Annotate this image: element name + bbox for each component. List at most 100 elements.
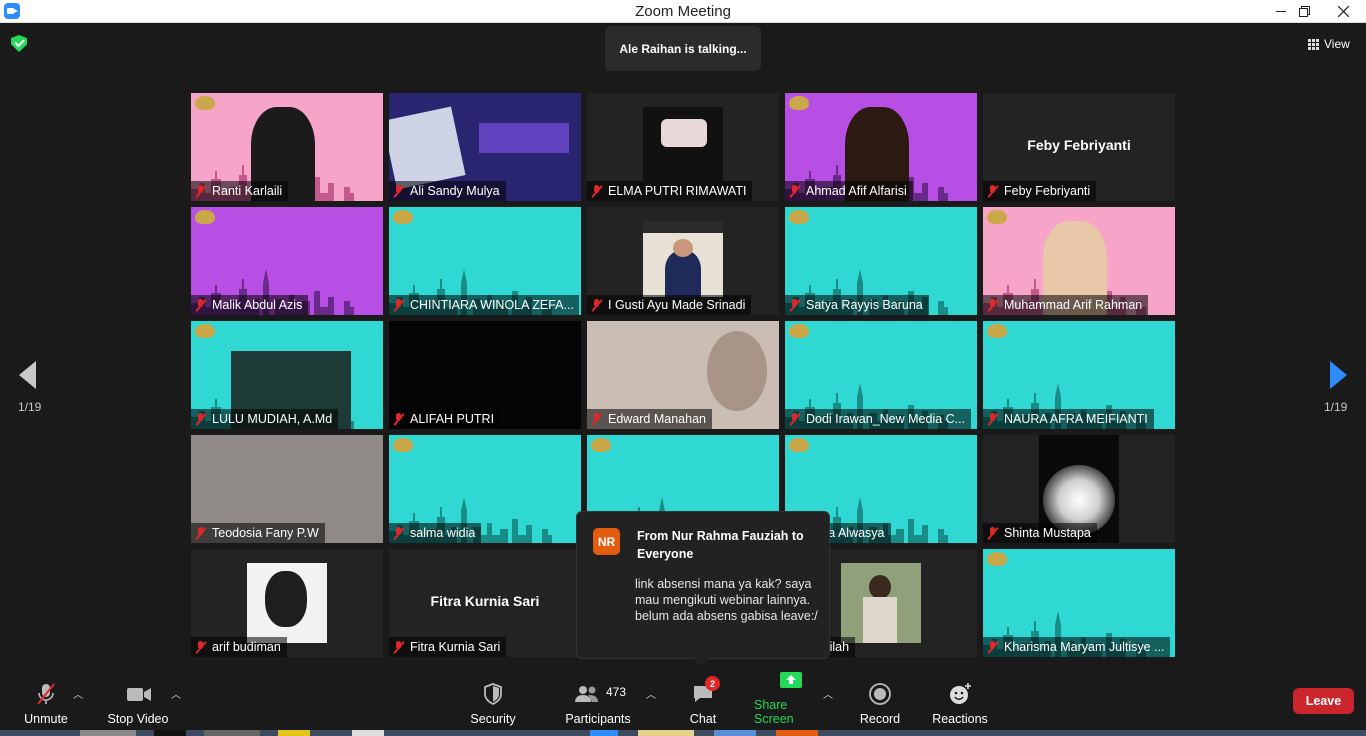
- participant-name-tag: Ahmad Afif Alfarisi: [785, 181, 913, 201]
- close-button[interactable]: [1320, 0, 1366, 23]
- chat-bubble-icon: 2: [691, 676, 720, 706]
- share-screen-button[interactable]: Share Screen: [754, 672, 828, 728]
- participant-name: Satya Rayyis Baruna: [806, 298, 923, 312]
- participant-tile[interactable]: Shinta Mustapa: [983, 435, 1175, 543]
- seminar-logo-icon: [987, 552, 1007, 566]
- mic-muted-icon: [987, 298, 999, 312]
- participant-name-tag: CHINTIARA WINOLA ZEFA...: [389, 295, 579, 315]
- audio-options-chevron-icon[interactable]: ︿: [73, 686, 83, 701]
- participant-tile[interactable]: Ranti Karlaili: [191, 93, 383, 201]
- participant-name-tag: Ranti Karlaili: [191, 181, 289, 201]
- security-button[interactable]: Security: [467, 676, 519, 728]
- seminar-logo-icon: [789, 210, 809, 224]
- participant-video-feed: [707, 331, 767, 411]
- participant-name: salma widia: [410, 526, 476, 540]
- participant-tile[interactable]: salma widia: [389, 435, 581, 543]
- chat-label: Chat: [689, 712, 717, 726]
- reactions-label: Reactions: [932, 712, 988, 726]
- unmute-label: Unmute: [24, 712, 68, 726]
- previous-page-arrow-icon[interactable]: [19, 361, 36, 389]
- participant-photo: [643, 221, 723, 297]
- unmute-button[interactable]: Unmute: [18, 676, 74, 728]
- participant-name-tag: Kharisma Maryam Jultisye ...: [983, 637, 1171, 657]
- participant-display-name: Fitra Kurnia Sari: [430, 593, 540, 609]
- participant-name: ELMA PUTRI RIMAWATI: [608, 184, 747, 198]
- participant-name: Dodi Irawan_New Media C...: [806, 412, 966, 426]
- participant-tile[interactable]: Teodosia Fany P.W: [191, 435, 383, 543]
- participant-name: LULU MUDIAH, A.Md: [212, 412, 333, 426]
- participant-name: CHINTIARA WINOLA ZEFA...: [410, 298, 574, 312]
- mic-muted-icon: [393, 184, 405, 198]
- os-taskbar: [0, 730, 1366, 736]
- participant-name: ALIFAH PUTRI: [410, 412, 495, 426]
- chat-notification-popup[interactable]: NR From Nur Rahma Fauziah to Everyone li…: [576, 511, 830, 666]
- mic-muted-icon: [195, 640, 207, 654]
- seminar-logo-icon: [789, 324, 809, 338]
- record-icon: [868, 682, 892, 706]
- participant-tile[interactable]: LULU MUDIAH, A.Md: [191, 321, 383, 429]
- participant-tile[interactable]: NAURA AFRA MEIFIANTI: [983, 321, 1175, 429]
- seminar-logo-icon: [195, 210, 215, 224]
- participant-tile[interactable]: Dodi Irawan_New Media C...: [785, 321, 977, 429]
- mic-muted-icon: [34, 682, 58, 706]
- window-titlebar: Zoom Meeting: [0, 0, 1366, 23]
- share-options-chevron-icon[interactable]: ︿: [823, 686, 833, 701]
- mic-muted-icon: [393, 640, 405, 654]
- stop-video-button[interactable]: Stop Video: [106, 676, 170, 728]
- participant-tile[interactable]: Feby Febriyanti Feby Febriyanti: [983, 93, 1175, 201]
- participant-name-tag: arif budiman: [191, 637, 287, 657]
- participant-tile[interactable]: I Gusti Ayu Made Srinadi: [587, 207, 779, 315]
- page-indicator-left: 1/19: [18, 400, 42, 414]
- participant-tile[interactable]: Malik Abdul Azis: [191, 207, 383, 315]
- participant-tile[interactable]: arif budiman: [191, 549, 383, 657]
- meeting-area: Ale Raihan is talking... View 1/19 1/19 …: [0, 24, 1366, 672]
- video-options-chevron-icon[interactable]: ︿: [171, 686, 181, 701]
- participant-name-tag: NAURA AFRA MEIFIANTI: [983, 409, 1154, 429]
- participant-tile[interactable]: Edward Manahan: [587, 321, 779, 429]
- participant-name-tag: LULU MUDIAH, A.Md: [191, 409, 339, 429]
- mic-muted-icon: [591, 184, 603, 198]
- participant-tile[interactable]: Kharisma Maryam Jultisye ...: [983, 549, 1175, 657]
- seminar-logo-icon: [789, 96, 809, 110]
- participant-tile[interactable]: ALIFAH PUTRI: [389, 321, 581, 429]
- next-page-arrow-icon[interactable]: [1330, 361, 1347, 389]
- record-button[interactable]: Record: [858, 676, 902, 728]
- video-camera-icon: [126, 682, 151, 706]
- reactions-button[interactable]: Reactions: [930, 676, 990, 728]
- participant-tile[interactable]: Ali Sandy Mulya: [389, 93, 581, 201]
- participants-options-chevron-icon[interactable]: ︿: [646, 686, 656, 701]
- participants-count: 473: [606, 685, 627, 699]
- mic-muted-icon: [195, 184, 207, 198]
- view-button[interactable]: View: [1302, 32, 1360, 56]
- banner-graphic: [479, 123, 569, 153]
- seminar-logo-icon: [393, 210, 413, 224]
- participant-tile[interactable]: Ahmad Afif Alfarisi: [785, 93, 977, 201]
- participant-name-tag: Edward Manahan: [587, 409, 712, 429]
- sender-avatar: NR: [593, 528, 620, 555]
- participant-tile[interactable]: Satya Rayyis Baruna: [785, 207, 977, 315]
- participant-tile[interactable]: Muhammad Arif Rahman: [983, 207, 1175, 315]
- participant-name-tag: Satya Rayyis Baruna: [785, 295, 929, 315]
- participant-tile[interactable]: Fitra Kurnia Sari Fitra Kurnia Sari: [389, 549, 581, 657]
- restore-icon: [1298, 6, 1310, 17]
- participant-name-tag: I Gusti Ayu Made Srinadi: [587, 295, 752, 315]
- participant-photo: [247, 563, 327, 643]
- participant-tile[interactable]: ELMA PUTRI RIMAWATI: [587, 93, 779, 201]
- mic-muted-icon: [789, 412, 801, 426]
- participant-name: Ahmad Afif Alfarisi: [806, 184, 907, 198]
- mic-muted-icon: [591, 412, 603, 426]
- record-label: Record: [859, 712, 901, 726]
- grid-icon: [1308, 38, 1319, 50]
- participant-name: Fitra Kurnia Sari: [410, 640, 501, 654]
- chat-button[interactable]: 2 Chat: [684, 676, 722, 728]
- participants-button[interactable]: 473 Participants: [564, 676, 632, 728]
- leave-button[interactable]: Leave: [1293, 688, 1354, 714]
- security-label: Security: [470, 712, 516, 726]
- mic-muted-icon: [195, 298, 207, 312]
- mic-muted-icon: [393, 298, 405, 312]
- participant-name-tag: Fitra Kurnia Sari: [389, 637, 507, 657]
- participant-tile[interactable]: CHINTIARA WINOLA ZEFA...: [389, 207, 581, 315]
- participant-name-tag: ALIFAH PUTRI: [389, 409, 501, 429]
- chat-unread-badge: 2: [705, 676, 720, 691]
- encryption-shield-icon[interactable]: [11, 35, 27, 52]
